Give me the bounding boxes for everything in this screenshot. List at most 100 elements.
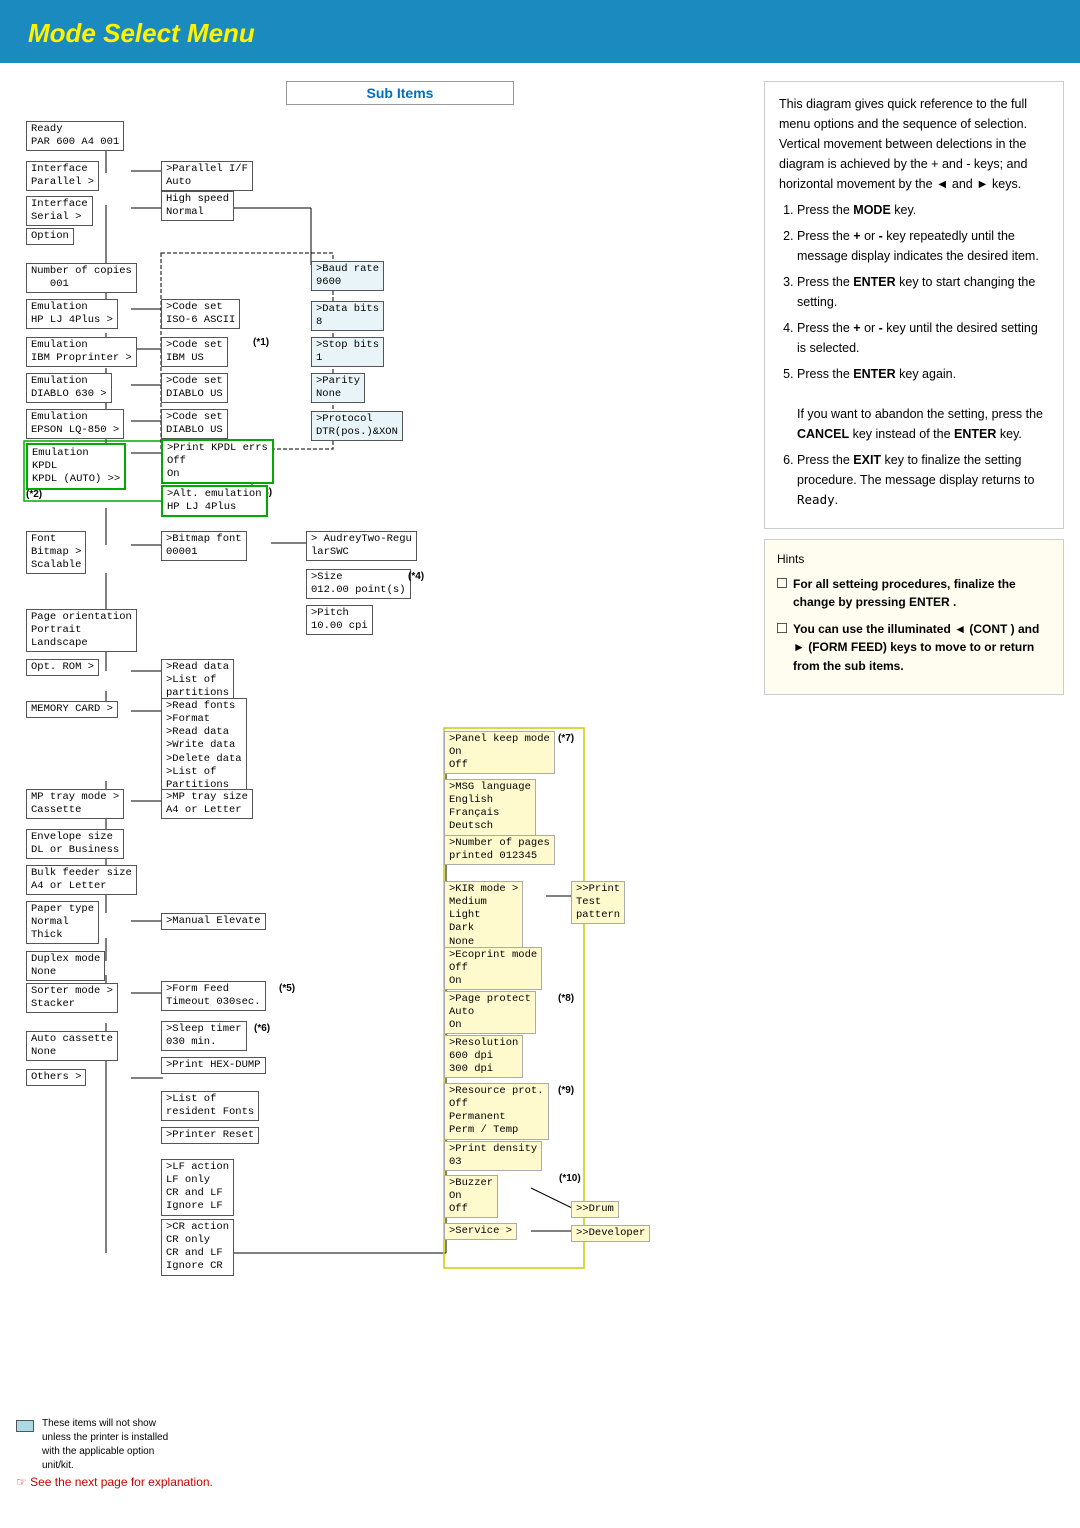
menu-pitch: >Pitch10.00 cpi <box>306 605 373 635</box>
info-step-2: Press the + or - key repeatedly until th… <box>797 226 1049 266</box>
menu-interface-parallel: InterfaceParallel > <box>26 161 99 191</box>
menu-high-speed: High speedNormal <box>161 191 234 221</box>
menu-panel-keep: >Panel keep modeOnOff <box>444 731 555 774</box>
menu-drum: >>Drum <box>571 1201 619 1218</box>
menu-interface-serial: InterfaceSerial > <box>26 196 93 226</box>
info-step-5: Press the ENTER key again.If you want to… <box>797 364 1049 444</box>
menu-emul-kpdl: EmulationKPDLKPDL (AUTO) >> <box>26 443 126 490</box>
menu-buzzer: >BuzzerOnOff <box>444 1175 498 1218</box>
note-star1: (*1) <box>253 337 269 348</box>
info-box: This diagram gives quick reference to th… <box>764 81 1064 529</box>
menu-emul-hp: EmulationHP LJ 4Plus > <box>26 299 118 329</box>
menu-lf-action: >LF actionLF onlyCR and LFIgnore LF <box>161 1159 234 1216</box>
menu-baud-rate: >Baud rate9600 <box>311 261 384 291</box>
menu-sleep-timer: >Sleep timer030 min. <box>161 1021 247 1051</box>
menu-emul-diablo: EmulationDIABLO 630 > <box>26 373 112 403</box>
menu-form-feed: >Form FeedTimeout 030sec. <box>161 981 266 1011</box>
menu-alt-emulation: >Alt. emulationHP LJ 4Plus <box>161 485 268 517</box>
menu-protocol: >ProtocolDTR(pos.)&XON <box>311 411 403 441</box>
menu-code-set-ibm: >Code setIBM US <box>161 337 228 367</box>
hint-2-text: You can use the illuminated ◄ (CONT ) an… <box>793 620 1051 676</box>
info-steps: Press the MODE key. Press the + or - key… <box>797 200 1049 510</box>
menu-pages-printed: >Number of pagesprinted 012345 <box>444 835 555 865</box>
menu-resolution: >Resolution600 dpi300 dpi <box>444 1035 523 1078</box>
legend-text: These items will not show unless the pri… <box>42 1417 182 1473</box>
menu-cr-action: >CR actionCR onlyCR and LFIgnore CR <box>161 1219 234 1276</box>
header: Mode Select Menu <box>0 0 1080 63</box>
diagram-section: Sub Items <box>16 81 754 1493</box>
menu-data-bits: >Data bits8 <box>311 301 384 331</box>
menu-option: Option <box>26 228 74 245</box>
right-panel: This diagram gives quick reference to th… <box>764 81 1064 1493</box>
menu-bitmap-font: >Bitmap font00001 <box>161 531 247 561</box>
menu-parity: >ParityNone <box>311 373 365 403</box>
menu-auto-cassette: Auto cassetteNone <box>26 1031 118 1061</box>
page-title: Mode Select Menu <box>28 18 1052 49</box>
menu-memory-card: MEMORY CARD > <box>26 701 118 718</box>
menu-mp-tray: MP tray mode >Cassette <box>26 789 124 819</box>
menu-page-orient: Page orientationPortraitLandscape <box>26 609 137 652</box>
menu-read-data: >Read data>List ofpartitions <box>161 659 234 702</box>
hint-2: You can use the illuminated ◄ (CONT ) an… <box>777 620 1051 676</box>
see-next-link[interactable]: See the next page for explanation. <box>16 1475 213 1489</box>
menu-print-test: >>PrintTest pattern <box>571 881 625 924</box>
menu-mem-sub: >Read fonts>Format>Read data>Write data>… <box>161 698 247 794</box>
note-star2: (*2) <box>26 489 42 500</box>
info-step-1: Press the MODE key. <box>797 200 1049 220</box>
diagram-area: ReadyPAR 600 A4 001 InterfaceParallel > … <box>16 113 606 1493</box>
menu-page-protect: >Page protectAutoOn <box>444 991 536 1034</box>
hints-title: Hints <box>777 550 1051 569</box>
menu-num-copies: Number of copies 001 <box>26 263 137 293</box>
hint-1-text: For all setteing procedures, finalize th… <box>793 575 1051 612</box>
menu-parallel-if: >Parallel I/FAuto <box>161 161 253 191</box>
menu-developer: >>Developer <box>571 1225 650 1242</box>
note-star4: (*4) <box>408 571 424 582</box>
note-star6: (*6) <box>254 1023 270 1034</box>
menu-list-fonts: >List ofresident Fonts <box>161 1091 259 1121</box>
menu-print-density: >Print density03 <box>444 1141 542 1171</box>
hint-1: For all setteing procedures, finalize th… <box>777 575 1051 612</box>
menu-stop-bits: >Stop bits1 <box>311 337 384 367</box>
menu-print-hex: >Print HEX-DUMP <box>161 1057 266 1074</box>
legend-color <box>16 1420 34 1432</box>
note-star7: (*7) <box>558 733 574 744</box>
menu-font: FontBitmap >Scalable <box>26 531 86 574</box>
menu-resource-prot: >Resource prot.OffPermanentPerm / Temp <box>444 1083 549 1140</box>
menu-bulk-feeder: Bulk feeder sizeA4 or Letter <box>26 865 137 895</box>
legend: These items will not show unless the pri… <box>16 1417 182 1473</box>
hint-1-icon <box>777 578 787 588</box>
menu-emul-ibm: EmulationIBM Proprinter > <box>26 337 137 367</box>
menu-paper-type: Paper typeNormalThick <box>26 901 99 944</box>
menu-msg-lang: >MSG languageEnglishFrançaisDeutsch <box>444 779 536 836</box>
menu-mp-tray-size: >MP tray sizeA4 or Letter <box>161 789 253 819</box>
menu-opt-rom: Opt. ROM > <box>26 659 99 676</box>
menu-code-set-diablo: >Code setDIABLO US <box>161 373 228 403</box>
sub-items-label: Sub Items <box>367 85 434 101</box>
menu-audrey: > AudreyTwo-RegularSWC <box>306 531 417 561</box>
menu-code-set-iso: >Code setISO-6 ASCII <box>161 299 240 329</box>
note-star10: (*10) <box>559 1173 581 1184</box>
menu-ready: ReadyPAR 600 A4 001 <box>26 121 124 151</box>
info-step-6: Press the EXIT key to finalize the setti… <box>797 450 1049 510</box>
menu-kir-mode: >KIR mode >MediumLightDarkNone <box>444 881 523 951</box>
hint-2-icon <box>777 623 787 633</box>
note-star8: (*8) <box>558 993 574 1004</box>
menu-manual-elevate: >Manual Elevate <box>161 913 266 930</box>
menu-others: Others > <box>26 1069 86 1086</box>
info-intro: This diagram gives quick reference to th… <box>779 94 1049 194</box>
menu-printer-reset: >Printer Reset <box>161 1127 259 1144</box>
menu-duplex: Duplex modeNone <box>26 951 105 981</box>
note-star9: (*9) <box>558 1085 574 1096</box>
menu-emul-epson: EmulationEPSON LQ-850 > <box>26 409 124 439</box>
info-step-4: Press the + or - key until the desired s… <box>797 318 1049 358</box>
menu-sorter: Sorter mode >Stacker <box>26 983 118 1013</box>
menu-envelope: Envelope sizeDL or Business <box>26 829 124 859</box>
menu-size: >Size012.00 point(s) <box>306 569 411 599</box>
menu-print-kpdl: >Print KPDL errsOffOn <box>161 439 274 484</box>
menu-service: >Service > <box>444 1223 517 1240</box>
hints-box: Hints For all setteing procedures, final… <box>764 539 1064 695</box>
info-step-3: Press the ENTER key to start changing th… <box>797 272 1049 312</box>
note-star5: (*5) <box>279 983 295 994</box>
menu-code-set-epson: >Code setDIABLO US <box>161 409 228 439</box>
menu-ecoprint: >Ecoprint modeOffOn <box>444 947 542 990</box>
